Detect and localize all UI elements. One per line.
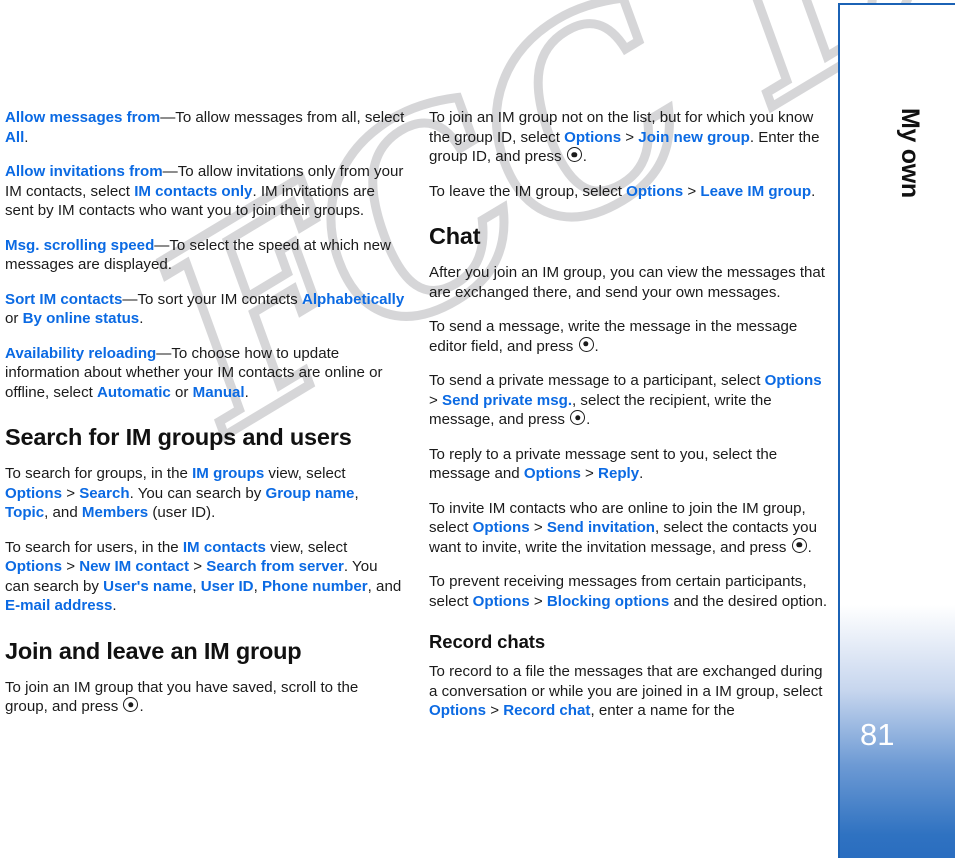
heading-record-chats: Record chats: [429, 631, 546, 652]
chapter-sidebar: My own 81: [838, 0, 955, 858]
ui-term: Availability reloading: [5, 344, 157, 362]
ui-term: Send private msg.: [442, 391, 573, 409]
ui-term: Group name: [265, 484, 355, 502]
heading-chat: Chat: [429, 223, 481, 249]
ui-term: Reply: [598, 465, 640, 482]
ui-term: Topic: [5, 504, 45, 521]
ui-term: By online status: [22, 310, 140, 327]
msg-scrolling-speed: Msg. scrolling speed—To select the speed…: [5, 236, 391, 274]
record-chat: To record to a file the messages that ar…: [429, 663, 823, 719]
ui-term: Options: [429, 702, 487, 719]
menu-separator: >: [189, 558, 207, 575]
ui-term: New IM contact: [79, 558, 190, 575]
ui-term: All: [5, 128, 25, 146]
allow-invitations-from: Allow invitations from—To allow invitati…: [5, 163, 404, 219]
scroll-key-icon: [566, 147, 582, 162]
send-invitation: To invite IM contacts who are online to …: [429, 499, 817, 556]
send-private-message: To send a private message to a participa…: [429, 372, 822, 428]
ui-term: IM contacts only: [134, 182, 253, 200]
ui-term: Options: [5, 558, 63, 575]
search-for-users: To search for users, in the IM contacts …: [5, 538, 402, 615]
ui-term: Search: [79, 484, 130, 502]
blocking-options: To prevent receiving messages from certa…: [429, 573, 828, 610]
heading-join-leave-im-group: Join and leave an IM group: [5, 637, 302, 664]
ui-term: User's name: [103, 577, 193, 595]
menu-separator: >: [621, 128, 639, 146]
ui-term: E-mail address: [5, 597, 113, 614]
ui-term: Options: [472, 519, 530, 536]
menu-separator: >: [486, 702, 504, 719]
ui-term: Options: [764, 372, 822, 389]
chapter-title-label: My own: [896, 108, 924, 198]
ui-term: Options: [523, 465, 581, 482]
ui-term: Options: [5, 484, 63, 502]
menu-separator: >: [580, 465, 599, 482]
join-new-group: To join an IM group not on the list, but…: [429, 109, 820, 165]
sort-im-contacts: Sort IM contacts—To sort your IM contact…: [5, 290, 405, 328]
right-text-column: To join an IM group not on the list, but…: [429, 108, 829, 721]
page-number: 81: [860, 717, 895, 752]
ui-term: Leave IM group: [700, 182, 812, 200]
ui-term: Allow messages from: [5, 109, 161, 126]
join-saved-group: To join an IM group that you have saved,…: [5, 678, 359, 716]
scroll-key-icon: [123, 697, 139, 712]
ui-term: Blocking options: [546, 592, 670, 610]
search-for-groups: To search for groups, in the IM groups v…: [5, 465, 359, 521]
ui-term: Sort IM contacts: [5, 290, 123, 308]
ui-term: Join new group: [638, 128, 750, 146]
left-text-column: Allow messages from—To allow messages fr…: [5, 108, 405, 717]
ui-term: IM contacts: [182, 538, 266, 556]
ui-term: Send invitation: [546, 519, 656, 536]
leave-im-group: To leave the IM group, select Options > …: [429, 182, 816, 200]
menu-separator: >: [529, 592, 547, 610]
menu-separator: >: [62, 558, 80, 575]
after-you-join: After you join an IM group, you can view…: [429, 264, 826, 301]
scroll-key-icon: [791, 537, 807, 553]
document-page: Allow messages from—To allow messages fr…: [0, 0, 838, 858]
availability-reloading: Availability reloading—To choose how to …: [5, 344, 383, 401]
menu-separator: >: [429, 391, 443, 409]
ui-term: Options: [564, 128, 622, 146]
menu-separator: >: [62, 484, 80, 502]
ui-term: Manual: [192, 383, 245, 401]
heading-search-im-groups: Search for IM groups and users: [5, 424, 352, 450]
ui-term: Members: [81, 504, 149, 521]
ui-term: User ID: [200, 577, 254, 595]
allow-messages-from: Allow messages from—To allow messages fr…: [5, 109, 405, 146]
send-a-message: To send a message, write the message in …: [429, 318, 798, 355]
scroll-key-icon: [578, 336, 594, 352]
ui-term: Record chat: [503, 702, 591, 719]
ui-term: Msg. scrolling speed: [5, 236, 155, 254]
ui-term: Automatic: [97, 383, 171, 401]
ui-term: Options: [626, 182, 684, 200]
ui-term: IM groups: [192, 465, 265, 482]
chapter-title: My own: [838, 108, 955, 218]
menu-separator: >: [683, 182, 701, 200]
reply-private-message: To reply to a private message sent to yo…: [429, 445, 778, 483]
ui-term: Allow invitations from: [5, 163, 163, 180]
scroll-key-icon: [570, 410, 586, 425]
menu-separator: >: [529, 519, 547, 536]
ui-term: Options: [472, 592, 530, 610]
ui-term: Search from server: [206, 558, 344, 575]
ui-term: Phone number: [261, 577, 368, 595]
ui-term: Alphabetically: [301, 290, 405, 308]
